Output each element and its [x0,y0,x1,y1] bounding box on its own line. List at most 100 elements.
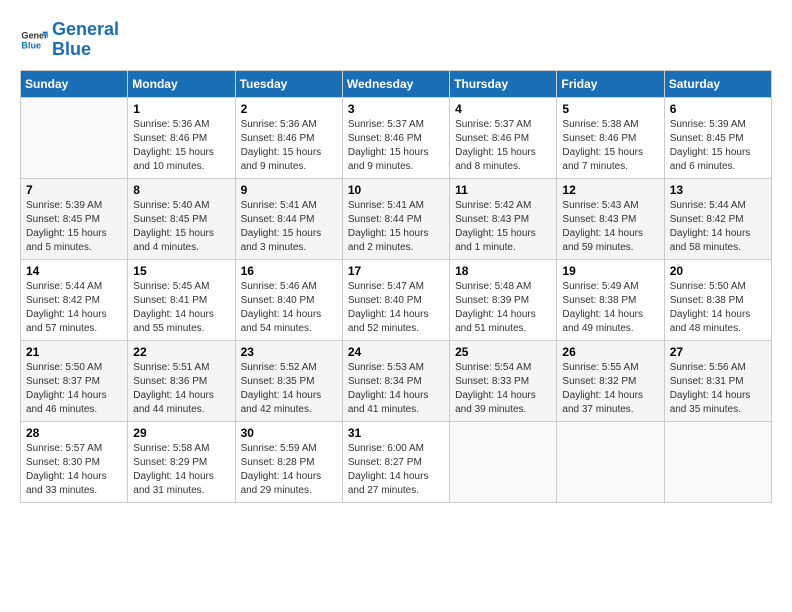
day-number: 5 [562,102,658,116]
day-number: 25 [455,345,551,359]
day-info: Sunrise: 5:59 AMSunset: 8:28 PMDaylight:… [241,442,337,498]
day-number: 17 [348,264,444,278]
day-info: Sunrise: 6:00 AMSunset: 8:27 PMDaylight:… [348,442,444,498]
day-number: 30 [241,426,337,440]
day-cell: 17 Sunrise: 5:47 AMSunset: 8:40 PMDaylig… [342,259,449,340]
day-number: 28 [26,426,122,440]
day-cell: 30 Sunrise: 5:59 AMSunset: 8:28 PMDaylig… [235,421,342,502]
calendar-table: SundayMondayTuesdayWednesdayThursdayFrid… [20,70,772,503]
day-info: Sunrise: 5:48 AMSunset: 8:39 PMDaylight:… [455,280,551,336]
day-number: 12 [562,183,658,197]
day-number: 22 [133,345,229,359]
day-cell: 21 Sunrise: 5:50 AMSunset: 8:37 PMDaylig… [21,340,128,421]
day-info: Sunrise: 5:57 AMSunset: 8:30 PMDaylight:… [26,442,122,498]
day-number: 23 [241,345,337,359]
week-row-2: 7 Sunrise: 5:39 AMSunset: 8:45 PMDayligh… [21,178,772,259]
day-number: 2 [241,102,337,116]
day-number: 21 [26,345,122,359]
day-number: 15 [133,264,229,278]
svg-text:Blue: Blue [21,40,41,50]
day-number: 3 [348,102,444,116]
week-row-5: 28 Sunrise: 5:57 AMSunset: 8:30 PMDaylig… [21,421,772,502]
day-number: 9 [241,183,337,197]
day-info: Sunrise: 5:36 AMSunset: 8:46 PMDaylight:… [133,118,229,174]
day-cell: 23 Sunrise: 5:52 AMSunset: 8:35 PMDaylig… [235,340,342,421]
day-cell: 16 Sunrise: 5:46 AMSunset: 8:40 PMDaylig… [235,259,342,340]
day-cell: 31 Sunrise: 6:00 AMSunset: 8:27 PMDaylig… [342,421,449,502]
week-row-3: 14 Sunrise: 5:44 AMSunset: 8:42 PMDaylig… [21,259,772,340]
day-cell: 7 Sunrise: 5:39 AMSunset: 8:45 PMDayligh… [21,178,128,259]
day-info: Sunrise: 5:38 AMSunset: 8:46 PMDaylight:… [562,118,658,174]
column-header-monday: Monday [128,70,235,97]
logo-icon: General Blue [20,26,48,54]
day-cell: 24 Sunrise: 5:53 AMSunset: 8:34 PMDaylig… [342,340,449,421]
day-info: Sunrise: 5:44 AMSunset: 8:42 PMDaylight:… [26,280,122,336]
column-header-saturday: Saturday [664,70,771,97]
day-number: 10 [348,183,444,197]
day-cell: 3 Sunrise: 5:37 AMSunset: 8:46 PMDayligh… [342,97,449,178]
day-number: 19 [562,264,658,278]
day-info: Sunrise: 5:41 AMSunset: 8:44 PMDaylight:… [348,199,444,255]
day-number: 6 [670,102,766,116]
day-info: Sunrise: 5:58 AMSunset: 8:29 PMDaylight:… [133,442,229,498]
day-number: 4 [455,102,551,116]
day-cell: 11 Sunrise: 5:42 AMSunset: 8:43 PMDaylig… [450,178,557,259]
day-number: 31 [348,426,444,440]
day-info: Sunrise: 5:41 AMSunset: 8:44 PMDaylight:… [241,199,337,255]
day-cell: 15 Sunrise: 5:45 AMSunset: 8:41 PMDaylig… [128,259,235,340]
day-cell: 27 Sunrise: 5:56 AMSunset: 8:31 PMDaylig… [664,340,771,421]
day-info: Sunrise: 5:52 AMSunset: 8:35 PMDaylight:… [241,361,337,417]
column-header-wednesday: Wednesday [342,70,449,97]
day-cell: 9 Sunrise: 5:41 AMSunset: 8:44 PMDayligh… [235,178,342,259]
day-cell [664,421,771,502]
day-info: Sunrise: 5:45 AMSunset: 8:41 PMDaylight:… [133,280,229,336]
day-cell: 12 Sunrise: 5:43 AMSunset: 8:43 PMDaylig… [557,178,664,259]
day-number: 18 [455,264,551,278]
day-cell: 5 Sunrise: 5:38 AMSunset: 8:46 PMDayligh… [557,97,664,178]
logo: General Blue GeneralBlue [20,20,119,60]
day-number: 1 [133,102,229,116]
day-info: Sunrise: 5:37 AMSunset: 8:46 PMDaylight:… [455,118,551,174]
day-number: 13 [670,183,766,197]
day-number: 8 [133,183,229,197]
day-info: Sunrise: 5:43 AMSunset: 8:43 PMDaylight:… [562,199,658,255]
page-header: General Blue GeneralBlue [20,20,772,60]
day-number: 27 [670,345,766,359]
day-info: Sunrise: 5:39 AMSunset: 8:45 PMDaylight:… [670,118,766,174]
column-header-sunday: Sunday [21,70,128,97]
day-cell: 22 Sunrise: 5:51 AMSunset: 8:36 PMDaylig… [128,340,235,421]
day-cell [450,421,557,502]
day-cell: 8 Sunrise: 5:40 AMSunset: 8:45 PMDayligh… [128,178,235,259]
day-number: 7 [26,183,122,197]
day-info: Sunrise: 5:49 AMSunset: 8:38 PMDaylight:… [562,280,658,336]
day-number: 29 [133,426,229,440]
day-cell: 14 Sunrise: 5:44 AMSunset: 8:42 PMDaylig… [21,259,128,340]
day-number: 16 [241,264,337,278]
day-cell: 28 Sunrise: 5:57 AMSunset: 8:30 PMDaylig… [21,421,128,502]
column-header-tuesday: Tuesday [235,70,342,97]
day-cell: 19 Sunrise: 5:49 AMSunset: 8:38 PMDaylig… [557,259,664,340]
week-row-1: 1 Sunrise: 5:36 AMSunset: 8:46 PMDayligh… [21,97,772,178]
day-info: Sunrise: 5:46 AMSunset: 8:40 PMDaylight:… [241,280,337,336]
day-cell: 29 Sunrise: 5:58 AMSunset: 8:29 PMDaylig… [128,421,235,502]
day-cell: 2 Sunrise: 5:36 AMSunset: 8:46 PMDayligh… [235,97,342,178]
day-cell: 18 Sunrise: 5:48 AMSunset: 8:39 PMDaylig… [450,259,557,340]
day-info: Sunrise: 5:54 AMSunset: 8:33 PMDaylight:… [455,361,551,417]
day-info: Sunrise: 5:50 AMSunset: 8:38 PMDaylight:… [670,280,766,336]
day-info: Sunrise: 5:53 AMSunset: 8:34 PMDaylight:… [348,361,444,417]
day-info: Sunrise: 5:47 AMSunset: 8:40 PMDaylight:… [348,280,444,336]
day-info: Sunrise: 5:42 AMSunset: 8:43 PMDaylight:… [455,199,551,255]
day-number: 20 [670,264,766,278]
day-number: 24 [348,345,444,359]
day-cell: 10 Sunrise: 5:41 AMSunset: 8:44 PMDaylig… [342,178,449,259]
column-header-friday: Friday [557,70,664,97]
day-number: 14 [26,264,122,278]
day-info: Sunrise: 5:51 AMSunset: 8:36 PMDaylight:… [133,361,229,417]
day-info: Sunrise: 5:40 AMSunset: 8:45 PMDaylight:… [133,199,229,255]
day-info: Sunrise: 5:37 AMSunset: 8:46 PMDaylight:… [348,118,444,174]
column-header-thursday: Thursday [450,70,557,97]
day-info: Sunrise: 5:39 AMSunset: 8:45 PMDaylight:… [26,199,122,255]
day-cell: 4 Sunrise: 5:37 AMSunset: 8:46 PMDayligh… [450,97,557,178]
day-cell [21,97,128,178]
day-cell: 25 Sunrise: 5:54 AMSunset: 8:33 PMDaylig… [450,340,557,421]
